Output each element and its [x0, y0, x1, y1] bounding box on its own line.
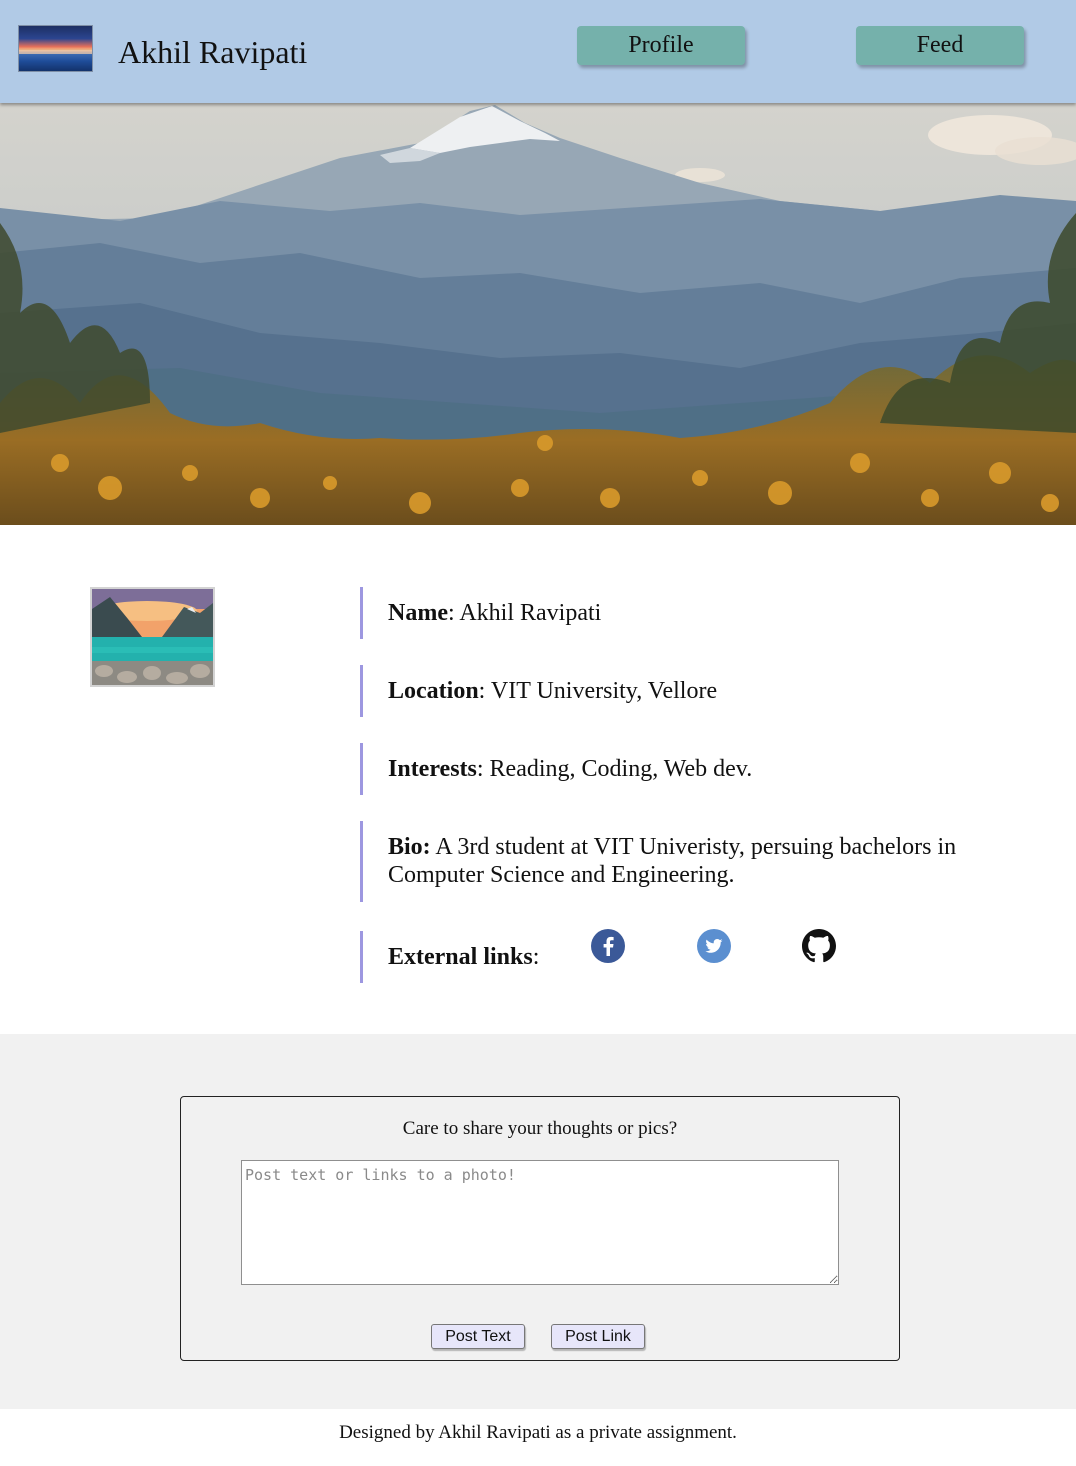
- post-prompt: Care to share your thoughts or pics?: [402, 1118, 678, 1139]
- github-icon[interactable]: [802, 929, 836, 963]
- post-link-button[interactable]: Post Link: [551, 1324, 645, 1349]
- bio-value: A 3rd student at VIT Univeristy, persuin…: [388, 834, 957, 888]
- external-links-colon: :: [532, 944, 540, 970]
- profile-avatar: [90, 587, 215, 687]
- twitter-icon[interactable]: [697, 929, 731, 963]
- hero-banner-image: [0, 103, 1076, 525]
- external-links-label: External links: [388, 944, 533, 970]
- post-section: Care to share your thoughts or pics? Pos…: [0, 1034, 1076, 1409]
- name-label: Name: [388, 600, 448, 626]
- footer-text: Designed by Akhil Ravipati as a private …: [339, 1422, 737, 1443]
- post-textarea[interactable]: [241, 1160, 839, 1285]
- nav-profile-button[interactable]: Profile: [577, 26, 745, 65]
- post-text-button[interactable]: Post Text: [431, 1324, 525, 1349]
- profile-interests-row: Interests: Reading, Coding, Web dev.: [360, 743, 752, 795]
- post-form: Care to share your thoughts or pics? Pos…: [180, 1096, 900, 1361]
- location-value: : VIT University, Vellore: [478, 678, 718, 704]
- profile-bio-row: Bio: A 3rd student at VIT Univeristy, pe…: [360, 821, 1000, 902]
- name-value: : Akhil Ravipati: [447, 600, 602, 626]
- profile-name-row: Name: Akhil Ravipati: [360, 587, 601, 639]
- nav-feed-button[interactable]: Feed: [856, 26, 1024, 65]
- site-logo[interactable]: [18, 25, 93, 72]
- bio-label: Bio:: [388, 834, 431, 860]
- location-label: Location: [388, 678, 479, 704]
- site-title: Akhil Ravipati: [118, 34, 308, 70]
- profile-location-row: Location: VIT University, Vellore: [360, 665, 717, 717]
- profile-external-links-row: External links:: [360, 931, 920, 983]
- top-header: Akhil Ravipati Profile Feed: [0, 0, 1076, 103]
- interests-value: : Reading, Coding, Web dev.: [476, 756, 753, 782]
- facebook-icon[interactable]: [591, 929, 625, 963]
- interests-label: Interests: [388, 756, 477, 782]
